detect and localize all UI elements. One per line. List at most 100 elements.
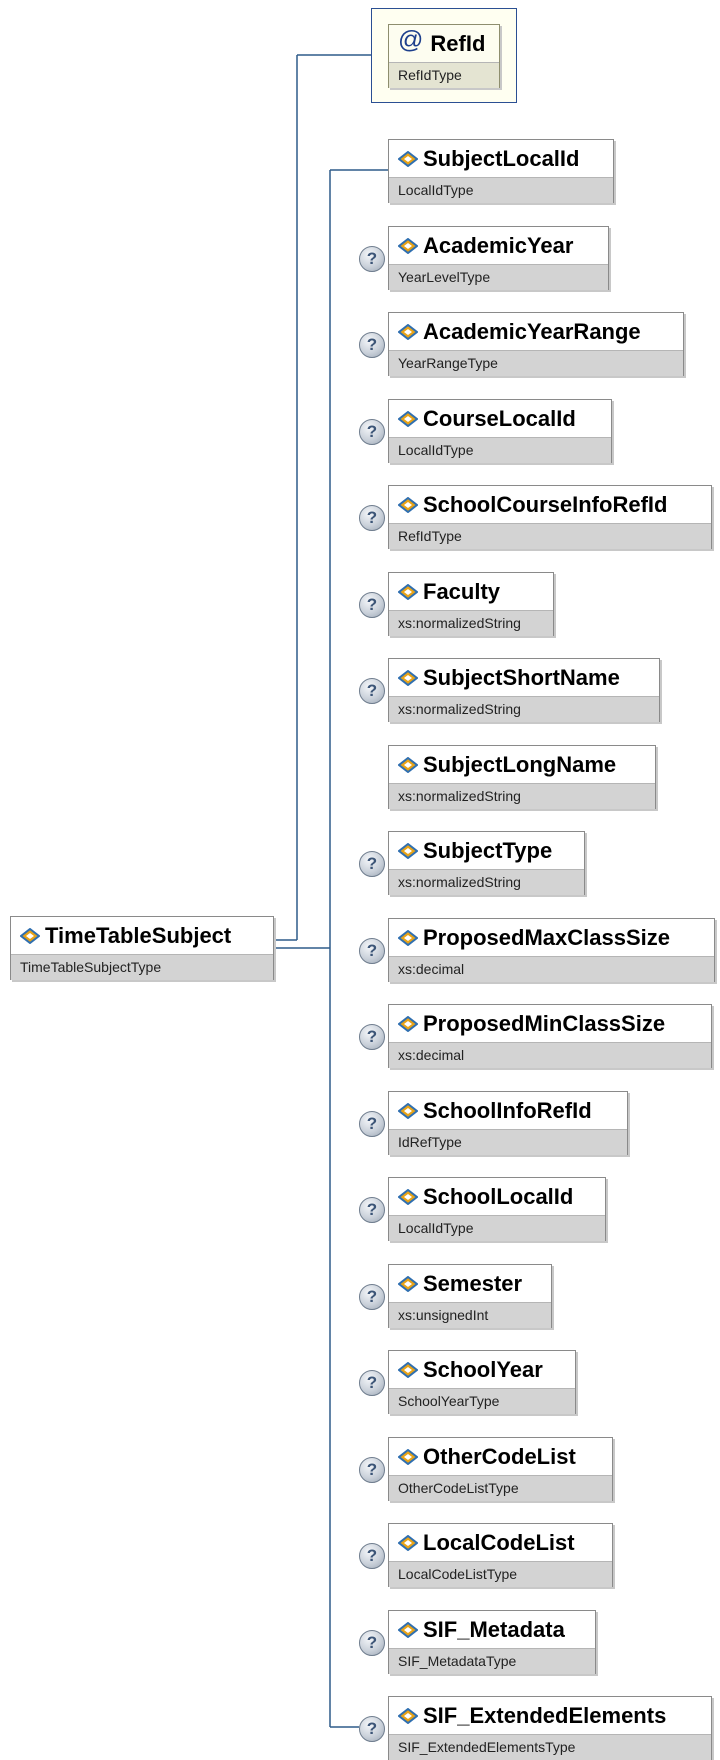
element-name: LocalCodeList	[423, 1529, 575, 1555]
attribute-name: RefId	[430, 30, 486, 56]
attribute-type: RefIdType	[389, 62, 499, 88]
element-name: Semester	[423, 1270, 523, 1296]
element-diamond-icon	[398, 1361, 418, 1378]
question-mark-icon: ?	[359, 419, 385, 445]
question-mark-icon: ?	[359, 938, 385, 964]
question-mark-icon: ?	[359, 678, 385, 704]
element-name: AcademicYearRange	[423, 318, 641, 344]
question-mark-icon: ?	[359, 246, 385, 272]
element-type: LocalIdType	[389, 177, 613, 203]
element-diamond-icon	[398, 1188, 418, 1205]
element-type: OtherCodeListType	[389, 1475, 612, 1501]
element-type: LocalIdType	[389, 1215, 605, 1241]
element-name: CourseLocalId	[423, 405, 576, 431]
element-proposed-max-class-size[interactable]: ProposedMaxClassSize xs:decimal	[388, 918, 715, 982]
element-type: YearLevelType	[389, 264, 608, 290]
element-type: LocalCodeListType	[389, 1561, 612, 1587]
element-name: SchoolYear	[423, 1356, 543, 1382]
element-type: xs:unsignedInt	[389, 1302, 551, 1328]
element-diamond-icon	[398, 150, 418, 167]
element-name: ProposedMinClassSize	[423, 1010, 666, 1036]
element-type: IdRefType	[389, 1129, 627, 1155]
element-name: SchoolInfoRefId	[423, 1097, 592, 1123]
element-type: xs:normalizedString	[389, 783, 655, 809]
element-proposed-min-class-size[interactable]: ProposedMinClassSize xs:decimal	[388, 1004, 712, 1068]
element-diamond-icon	[398, 583, 418, 600]
root-element-type: TimeTableSubjectType	[11, 954, 273, 980]
question-mark-icon: ?	[359, 1543, 385, 1569]
attribute-refid[interactable]: @ RefId RefIdType	[388, 24, 500, 88]
element-name: SchoolCourseInfoRefId	[423, 491, 668, 517]
element-type: xs:normalizedString	[389, 869, 584, 895]
element-name: AcademicYear	[423, 232, 574, 258]
element-type: SchoolYearType	[389, 1388, 575, 1414]
question-mark-icon: ?	[359, 505, 385, 531]
element-diamond-icon	[398, 842, 418, 859]
element-type: xs:decimal	[389, 956, 714, 982]
element-diamond-icon	[398, 929, 418, 946]
element-name: OtherCodeList	[423, 1443, 576, 1469]
question-mark-icon: ?	[359, 592, 385, 618]
element-diamond-icon	[398, 237, 418, 254]
element-semester[interactable]: Semester xs:unsignedInt	[388, 1264, 552, 1328]
element-school-local-id[interactable]: SchoolLocalId LocalIdType	[388, 1177, 606, 1241]
element-diamond-icon	[20, 927, 40, 944]
root-element-name: TimeTableSubject	[45, 922, 232, 948]
element-type: RefIdType	[389, 523, 711, 549]
element-type: SIF_MetadataType	[389, 1648, 595, 1674]
element-school-course-info-ref-id[interactable]: SchoolCourseInfoRefId RefIdType	[388, 485, 712, 549]
element-school-info-ref-id[interactable]: SchoolInfoRefId IdRefType	[388, 1091, 628, 1155]
element-type: SIF_ExtendedElementsType	[389, 1734, 711, 1760]
element-diamond-icon	[398, 1448, 418, 1465]
element-school-year[interactable]: SchoolYear SchoolYearType	[388, 1350, 576, 1414]
question-mark-icon: ?	[359, 851, 385, 877]
element-diamond-icon	[398, 1534, 418, 1551]
question-mark-icon: ?	[359, 1630, 385, 1656]
element-type: xs:decimal	[389, 1042, 711, 1068]
element-subject-type[interactable]: SubjectType xs:normalizedString	[388, 831, 585, 895]
element-name: SubjectLocalId	[423, 145, 580, 171]
element-diamond-icon	[398, 496, 418, 513]
element-diamond-icon	[398, 1015, 418, 1032]
element-local-code-list[interactable]: LocalCodeList LocalCodeListType	[388, 1523, 613, 1587]
element-diamond-icon	[398, 1102, 418, 1119]
element-name: SIF_Metadata	[423, 1616, 565, 1642]
element-name: Faculty	[423, 578, 501, 604]
root-element-timetablesubject[interactable]: TimeTableSubject TimeTableSubjectType	[10, 916, 274, 980]
element-name: SubjectShortName	[423, 664, 620, 690]
question-mark-icon: ?	[359, 1111, 385, 1137]
element-diamond-icon	[398, 323, 418, 340]
element-subject-short-name[interactable]: SubjectShortName xs:normalizedString	[388, 658, 660, 722]
element-academic-year-range[interactable]: AcademicYearRange YearRangeType	[388, 312, 684, 376]
element-name: SubjectLongName	[423, 751, 617, 777]
element-sif-metadata[interactable]: SIF_Metadata SIF_MetadataType	[388, 1610, 596, 1674]
question-mark-icon: ?	[359, 1197, 385, 1223]
element-name: SubjectType	[423, 837, 553, 863]
element-other-code-list[interactable]: OtherCodeList OtherCodeListType	[388, 1437, 613, 1501]
element-subject-long-name[interactable]: SubjectLongName xs:normalizedString	[388, 745, 656, 809]
question-mark-icon: ?	[359, 1370, 385, 1396]
question-mark-icon: ?	[359, 1716, 385, 1742]
element-name: ProposedMaxClassSize	[423, 924, 670, 950]
question-mark-icon: ?	[359, 1284, 385, 1310]
question-mark-icon: ?	[359, 332, 385, 358]
element-academic-year[interactable]: AcademicYear YearLevelType	[388, 226, 609, 290]
question-mark-icon: ?	[359, 1024, 385, 1050]
element-sif-extended-elements[interactable]: SIF_ExtendedElements SIF_ExtendedElements…	[388, 1696, 712, 1760]
element-type: YearRangeType	[389, 350, 683, 376]
element-subject-local-id[interactable]: SubjectLocalId LocalIdType	[388, 139, 614, 203]
element-diamond-icon	[398, 1275, 418, 1292]
question-mark-icon: ?	[359, 1457, 385, 1483]
element-name: SchoolLocalId	[423, 1183, 574, 1209]
element-faculty[interactable]: Faculty xs:normalizedString	[388, 572, 554, 636]
element-type: xs:normalizedString	[389, 696, 659, 722]
element-course-local-id[interactable]: CourseLocalId LocalIdType	[388, 399, 612, 463]
element-diamond-icon	[398, 1621, 418, 1638]
element-diamond-icon	[398, 1707, 418, 1724]
element-type: LocalIdType	[389, 437, 611, 463]
element-type: xs:normalizedString	[389, 610, 553, 636]
element-diamond-icon	[398, 756, 418, 773]
at-sign-icon: @	[398, 26, 424, 54]
element-diamond-icon	[398, 410, 418, 427]
element-diamond-icon	[398, 669, 418, 686]
